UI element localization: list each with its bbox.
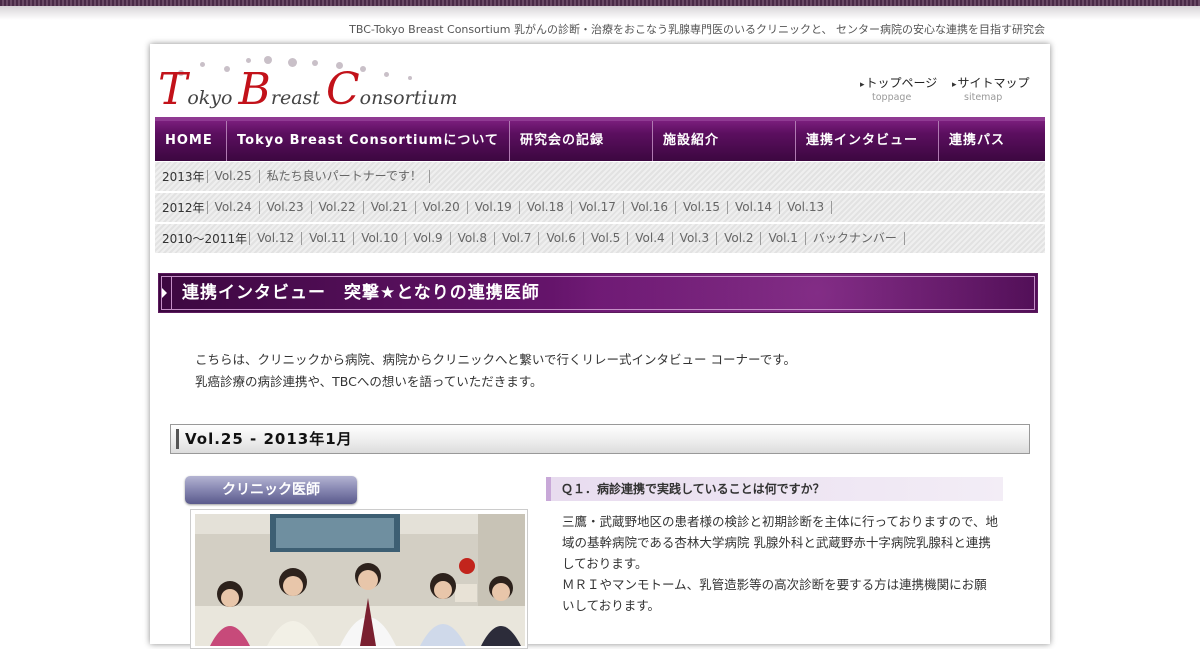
photo-frame (190, 509, 528, 649)
archive-link[interactable]: Vol.8 (449, 232, 494, 245)
top-gradient (0, 6, 1200, 20)
intro-line: 乳癌診療の病診連携や、TBCへの想いを語っていただきます。 (195, 374, 543, 389)
staff-photo-illustration (195, 514, 525, 646)
archive-link[interactable]: Vol.7 (494, 232, 538, 245)
section-title: 連携インタビュー 突撃★となりの連携医師 (182, 283, 540, 303)
logo-text: Tokyo Breast Consortium (158, 64, 458, 115)
site-logo[interactable]: Tokyo Breast Consortium (158, 56, 458, 116)
main-nav: HOME Tokyo Breast Consortiumについて 研究会の記録 … (155, 117, 1045, 161)
archive-link[interactable]: バックナンバー (804, 232, 905, 245)
archive-link[interactable]: Vol.5 (582, 232, 627, 245)
archive-year: 2013年 (162, 170, 205, 184)
archive-link[interactable]: Vol.1 (760, 232, 804, 245)
site-tagline: TBC-Tokyo Breast Consortium 乳がんの診断・治療をおこ… (349, 23, 1045, 36)
volume-header: Vol.25 - 2013年1月 (170, 424, 1030, 454)
archive-link[interactable]: Vol.18 (518, 201, 571, 214)
archive-link[interactable]: Vol.4 (627, 232, 671, 245)
arrow-right-icon (162, 288, 167, 298)
archive-link[interactable]: Vol.23 (258, 201, 311, 214)
archive-link[interactable]: Vol.20 (414, 201, 467, 214)
archive-link[interactable]: Vol.16 (622, 201, 675, 214)
archive-link[interactable]: Vol.24 (206, 201, 259, 214)
intro-text: こちらは、クリニックから病院、病院からクリニックへと繋いで行くリレー式インタビュ… (195, 349, 796, 393)
sitemap-link[interactable]: サイトマップ sitemap (952, 72, 1030, 103)
nav-records[interactable]: 研究会の記録 (510, 121, 653, 161)
archive-link[interactable]: Vol.13 (779, 201, 833, 214)
archive-link[interactable]: Vol.14 (727, 201, 779, 214)
archive-link[interactable]: Vol.2 (716, 232, 760, 245)
archive-link[interactable]: Vol.17 (570, 201, 623, 214)
question-heading: Ｑ１．病診連携で実践していることは何ですか？ (546, 477, 1003, 501)
archive-link[interactable]: Vol.10 (353, 232, 405, 245)
banner-divider (171, 276, 172, 310)
archive-link[interactable]: Vol.25 (206, 170, 259, 183)
nav-about[interactable]: Tokyo Breast Consortiumについて (227, 121, 510, 161)
archive-row-2010-2011: 2010～2011年 Vol.12 Vol.11 Vol.10 Vol.9 Vo… (155, 224, 1045, 254)
answer-paragraph: 三鷹・武蔵野地区の患者様の検診と初期診断を主体に行っておりますので、地域の基幹病… (562, 514, 999, 571)
archive-link[interactable]: Vol.12 (249, 232, 301, 245)
toppage-link[interactable]: トップページ toppage (860, 72, 937, 103)
archive-link[interactable]: Vol.11 (301, 232, 353, 245)
archive-link[interactable]: Vol.19 (466, 201, 519, 214)
archive-year: 2010～2011年 (162, 232, 248, 246)
archive-row-2012: 2012年 Vol.24 Vol.23 Vol.22 Vol.21 Vol.20… (155, 193, 1045, 223)
section-title-banner: 連携インタビュー 突撃★となりの連携医師 (158, 273, 1038, 313)
archive-link[interactable]: Vol.9 (405, 232, 449, 245)
answer-text: 三鷹・武蔵野地区の患者様の検診と初期診断を主体に行っておりますので、地域の基幹病… (562, 511, 998, 616)
archive-link[interactable]: Vol.22 (310, 201, 363, 214)
staff-photo (195, 514, 525, 646)
archive-link[interactable]: Vol.21 (362, 201, 415, 214)
page-container: Tokyo Breast Consortium トップページ toppage サ… (150, 44, 1050, 649)
intro-line: こちらは、クリニックから病院、病院からクリニックへと繋いで行くリレー式インタビュ… (195, 352, 796, 367)
volume-title: Vol.25 - 2013年1月 (185, 430, 353, 448)
archive-link[interactable]: Vol.15 (674, 201, 727, 214)
volume-marker (176, 429, 179, 449)
nav-home[interactable]: HOME (155, 121, 227, 161)
answer-paragraph: ＭＲＩやマンモトーム、乳管造影等の高次診断を要する方は連携機関にお願いしておりま… (562, 577, 987, 613)
archive-link[interactable]: 私たち良いパートナーです！ (258, 170, 430, 183)
archive-year: 2012年 (162, 201, 205, 215)
archive-link[interactable]: Vol.6 (538, 232, 582, 245)
nav-interview[interactable]: 連携インタビュー (796, 121, 939, 161)
clinic-doctor-badge: クリニック医師 (185, 476, 357, 504)
nav-path[interactable]: 連携パス (939, 121, 1045, 161)
archive-link[interactable]: Vol.3 (671, 232, 716, 245)
archive-row-2013: 2013年 Vol.25 私たち良いパートナーです！ (155, 162, 1045, 192)
nav-facilities[interactable]: 施設紹介 (653, 121, 796, 161)
